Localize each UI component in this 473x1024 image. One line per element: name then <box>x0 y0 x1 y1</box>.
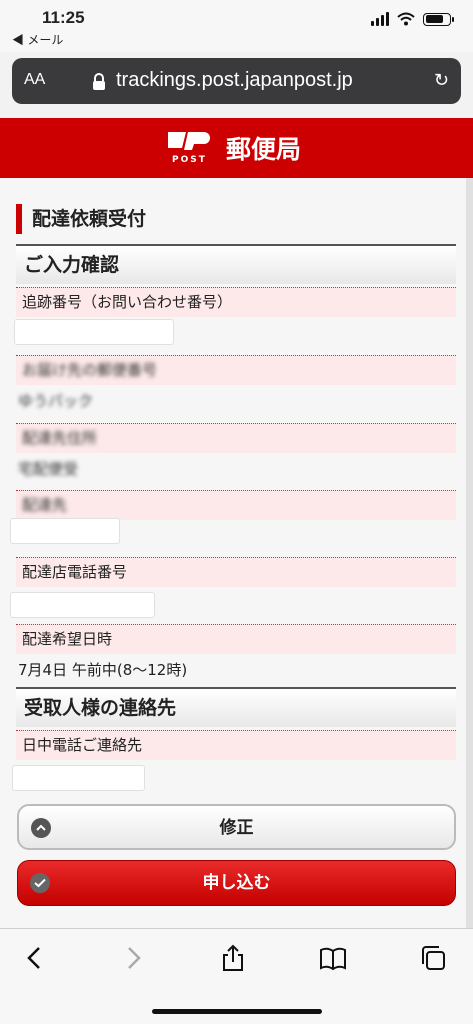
field-label-blurred-3: 配達先 <box>16 490 456 520</box>
site-header: POST 郵便局 <box>0 118 473 178</box>
scrollbar[interactable] <box>466 178 473 928</box>
system-icons <box>371 12 454 26</box>
field-value-box-3 <box>10 518 120 544</box>
back-arrow-icon[interactable] <box>20 943 50 973</box>
tracking-value <box>14 319 174 345</box>
apply-button-label: 申し込む <box>202 873 271 893</box>
delivery-time-value: 7月4日 午前中(8〜12時) <box>18 661 188 679</box>
apply-button[interactable]: 申し込む <box>17 860 456 906</box>
battery-icon <box>423 12 454 26</box>
delivery-time-label: 配達希望日時 <box>16 624 456 654</box>
lock-icon <box>93 73 105 90</box>
field-value-blurred-1: ゆうパック <box>18 392 94 410</box>
confirm-heading: ご入力確認 <box>16 244 456 284</box>
forward-arrow-icon[interactable] <box>118 943 148 973</box>
signal-icon <box>371 12 389 26</box>
page-title: 配達依頼受付 <box>16 204 146 234</box>
check-icon <box>30 873 50 893</box>
fix-button-label: 修正 <box>219 818 254 838</box>
recipient-heading: 受取人様の連絡先 <box>16 687 456 727</box>
share-icon[interactable] <box>218 943 248 973</box>
wifi-icon <box>397 12 415 26</box>
home-indicator <box>152 1009 322 1014</box>
field-label-blurred-2: 配達先住所 <box>16 423 456 453</box>
store-phone-label: 配達店電話番号 <box>16 557 456 587</box>
url-text[interactable]: trackings.post.japanpost.jp <box>116 69 353 92</box>
store-phone-value <box>10 592 155 618</box>
fix-button[interactable]: 修正 <box>17 804 456 850</box>
brand-name: 郵便局 <box>226 135 302 164</box>
chevron-up-icon <box>31 818 51 838</box>
japan-post-logo: POST <box>168 132 210 165</box>
clock: 11:25 <box>42 8 85 27</box>
back-to-mail-link[interactable]: ◀ メール <box>12 31 63 48</box>
field-value-blurred-2: 宅配便受 <box>18 460 79 478</box>
address-bar[interactable]: AA trackings.post.japanpost.jp ↻ <box>12 58 461 104</box>
field-label-blurred-1: お届け先の郵便番号 <box>16 355 456 385</box>
status-bar: 11:25 ◀ メール <box>0 0 473 52</box>
tracking-label: 追跡番号（お問い合わせ番号） <box>16 287 456 317</box>
daytime-phone-label: 日中電話ご連絡先 <box>16 730 456 760</box>
logo-text: POST <box>172 155 207 165</box>
bookmarks-icon[interactable] <box>318 943 348 973</box>
tabs-icon[interactable] <box>418 943 448 973</box>
reload-icon[interactable]: ↻ <box>434 70 449 91</box>
browser-toolbar <box>0 928 473 1024</box>
main-content: 配達依頼受付 ご入力確認 追跡番号（お問い合わせ番号） お届け先の郵便番号 ゆう… <box>0 178 466 928</box>
text-size-button[interactable]: AA <box>24 71 45 89</box>
daytime-phone-value <box>12 765 145 791</box>
